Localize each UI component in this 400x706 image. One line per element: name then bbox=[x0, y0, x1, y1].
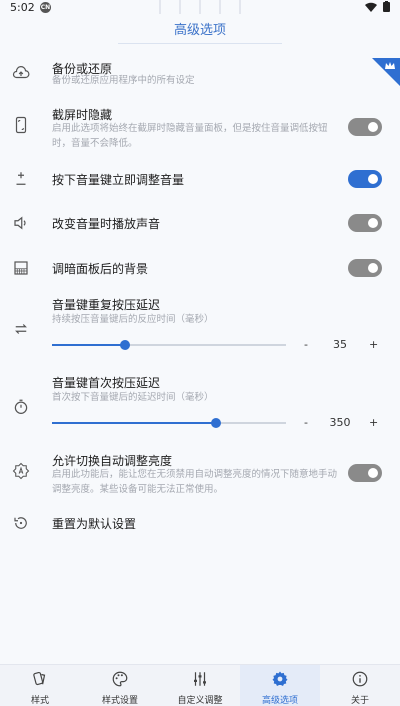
timer-icon bbox=[14, 399, 28, 414]
repeat-icon bbox=[15, 324, 27, 334]
repeat-delay-value: 35 bbox=[333, 338, 347, 351]
nav-about-label: 关于 bbox=[350, 696, 369, 706]
first-delay-slider[interactable] bbox=[52, 418, 286, 428]
dim-background-icon bbox=[14, 261, 28, 275]
nav-custom-tuning[interactable]: 自定义调整 bbox=[160, 665, 240, 706]
plus-minus-icon bbox=[16, 172, 26, 185]
nav-style[interactable]: 样式 bbox=[0, 665, 80, 706]
instant-adjust-switch[interactable] bbox=[348, 170, 382, 188]
repeat-delay-slider-fill bbox=[52, 344, 125, 346]
play-sound-label: 改变音量时播放声音 bbox=[52, 217, 161, 231]
page-title: 高级选项 bbox=[173, 23, 226, 38]
crown-icon bbox=[385, 62, 395, 69]
status-bar: 5:02 CN bbox=[0, 0, 400, 14]
screenshot-icon bbox=[15, 116, 27, 134]
first-delay-value: 350 bbox=[329, 416, 351, 429]
nav-style-settings-label: 样式设置 bbox=[101, 696, 138, 706]
first-delay-plus-button[interactable]: + bbox=[369, 416, 378, 429]
nav-style-label: 样式 bbox=[30, 696, 49, 706]
bottom-navigation: 样式 样式设置 自定义调整 高级选项 关于 bbox=[0, 664, 400, 706]
first-delay-label: 音量键首次按压延迟 bbox=[52, 376, 161, 390]
dim-background-switch[interactable] bbox=[348, 259, 382, 277]
status-time: 5:02 bbox=[10, 1, 35, 14]
top-decoration bbox=[120, 0, 280, 14]
repeat-delay-row: 音量键重复按压延迟 持续按压音量键后的反应时间（毫秒） - 35 + bbox=[0, 296, 400, 356]
repeat-delay-label: 音量键重复按压延迟 bbox=[52, 298, 161, 312]
dim-background-row[interactable]: 调暗面板后的背景 bbox=[0, 257, 400, 279]
instant-adjust-row[interactable]: 按下音量键立即调整音量 bbox=[0, 168, 400, 190]
nav-custom-tuning-label: 自定义调整 bbox=[177, 696, 223, 706]
nav-advanced[interactable]: 高级选项 bbox=[240, 665, 320, 706]
auto-brightness-row[interactable]: 允许切换自动调整亮度 启用此功能后，能让您在无须禁用自动调整亮度的情况下随意地手… bbox=[0, 452, 400, 502]
first-delay-minus-button[interactable]: - bbox=[304, 416, 308, 429]
dim-background-label: 调暗面板后的背景 bbox=[52, 262, 149, 276]
hide-screenshot-switch[interactable] bbox=[348, 118, 382, 136]
speaker-icon bbox=[14, 216, 26, 230]
nav-about[interactable]: 关于 bbox=[320, 665, 400, 706]
repeat-delay-slider[interactable] bbox=[52, 340, 286, 350]
auto-brightness-desc: 启用此功能后，能让您在无须禁用自动调整亮度的情况下随意地手动调整亮度。某些设备可… bbox=[52, 469, 338, 495]
style-icon bbox=[33, 671, 46, 686]
play-sound-switch[interactable] bbox=[348, 214, 382, 232]
title-divider bbox=[118, 43, 282, 44]
reset-defaults-label: 重置为默认设置 bbox=[52, 517, 137, 531]
reset-defaults-row[interactable]: 重置为默认设置 bbox=[0, 512, 400, 534]
wifi-icon bbox=[365, 2, 377, 12]
palette-icon bbox=[112, 671, 128, 687]
backup-desc: 备份或还原应用程序中的所有设定 bbox=[52, 75, 195, 86]
gear-icon bbox=[272, 671, 288, 687]
hide-screenshot-desc: 启用此选项将始终在截屏时隐藏音量面板，但是按住音量调低按钮时，音量不会降低。 bbox=[52, 123, 328, 149]
auto-brightness-switch[interactable] bbox=[348, 464, 382, 482]
backup-restore-row[interactable]: 备份或还原 备份或还原应用程序中的所有设定 bbox=[0, 58, 400, 92]
repeat-delay-minus-button[interactable]: - bbox=[304, 338, 308, 351]
tune-icon bbox=[194, 672, 206, 686]
status-icons bbox=[365, 1, 390, 12]
first-delay-slider-thumb[interactable] bbox=[211, 418, 221, 428]
first-delay-row: 音量键首次按压延迟 首次按下音量键后的延迟时间（毫秒） - 350 + bbox=[0, 374, 400, 434]
battery-icon bbox=[383, 1, 390, 12]
play-sound-row[interactable]: 改变音量时播放声音 bbox=[0, 212, 400, 234]
nav-style-settings[interactable]: 样式设置 bbox=[80, 665, 160, 706]
info-icon bbox=[352, 671, 368, 687]
cloud-upload-icon bbox=[12, 66, 30, 79]
auto-brightness-icon bbox=[12, 462, 30, 480]
restore-icon bbox=[14, 517, 27, 529]
app-notification-icon: CN bbox=[40, 2, 51, 13]
nav-advanced-label: 高级选项 bbox=[261, 696, 298, 706]
instant-adjust-label: 按下音量键立即调整音量 bbox=[52, 173, 185, 187]
first-delay-desc: 首次按下音量键后的延迟时间（毫秒） bbox=[52, 392, 214, 403]
repeat-delay-desc: 持续按压音量键后的反应时间（毫秒） bbox=[52, 314, 214, 325]
hide-on-screenshot-row[interactable]: 截屏时隐藏 启用此选项将始终在截屏时隐藏音量面板，但是按住音量调低按钮时，音量不… bbox=[0, 106, 400, 156]
first-delay-slider-fill bbox=[52, 422, 216, 424]
repeat-delay-slider-thumb[interactable] bbox=[120, 340, 130, 350]
repeat-delay-plus-button[interactable]: + bbox=[369, 338, 378, 351]
